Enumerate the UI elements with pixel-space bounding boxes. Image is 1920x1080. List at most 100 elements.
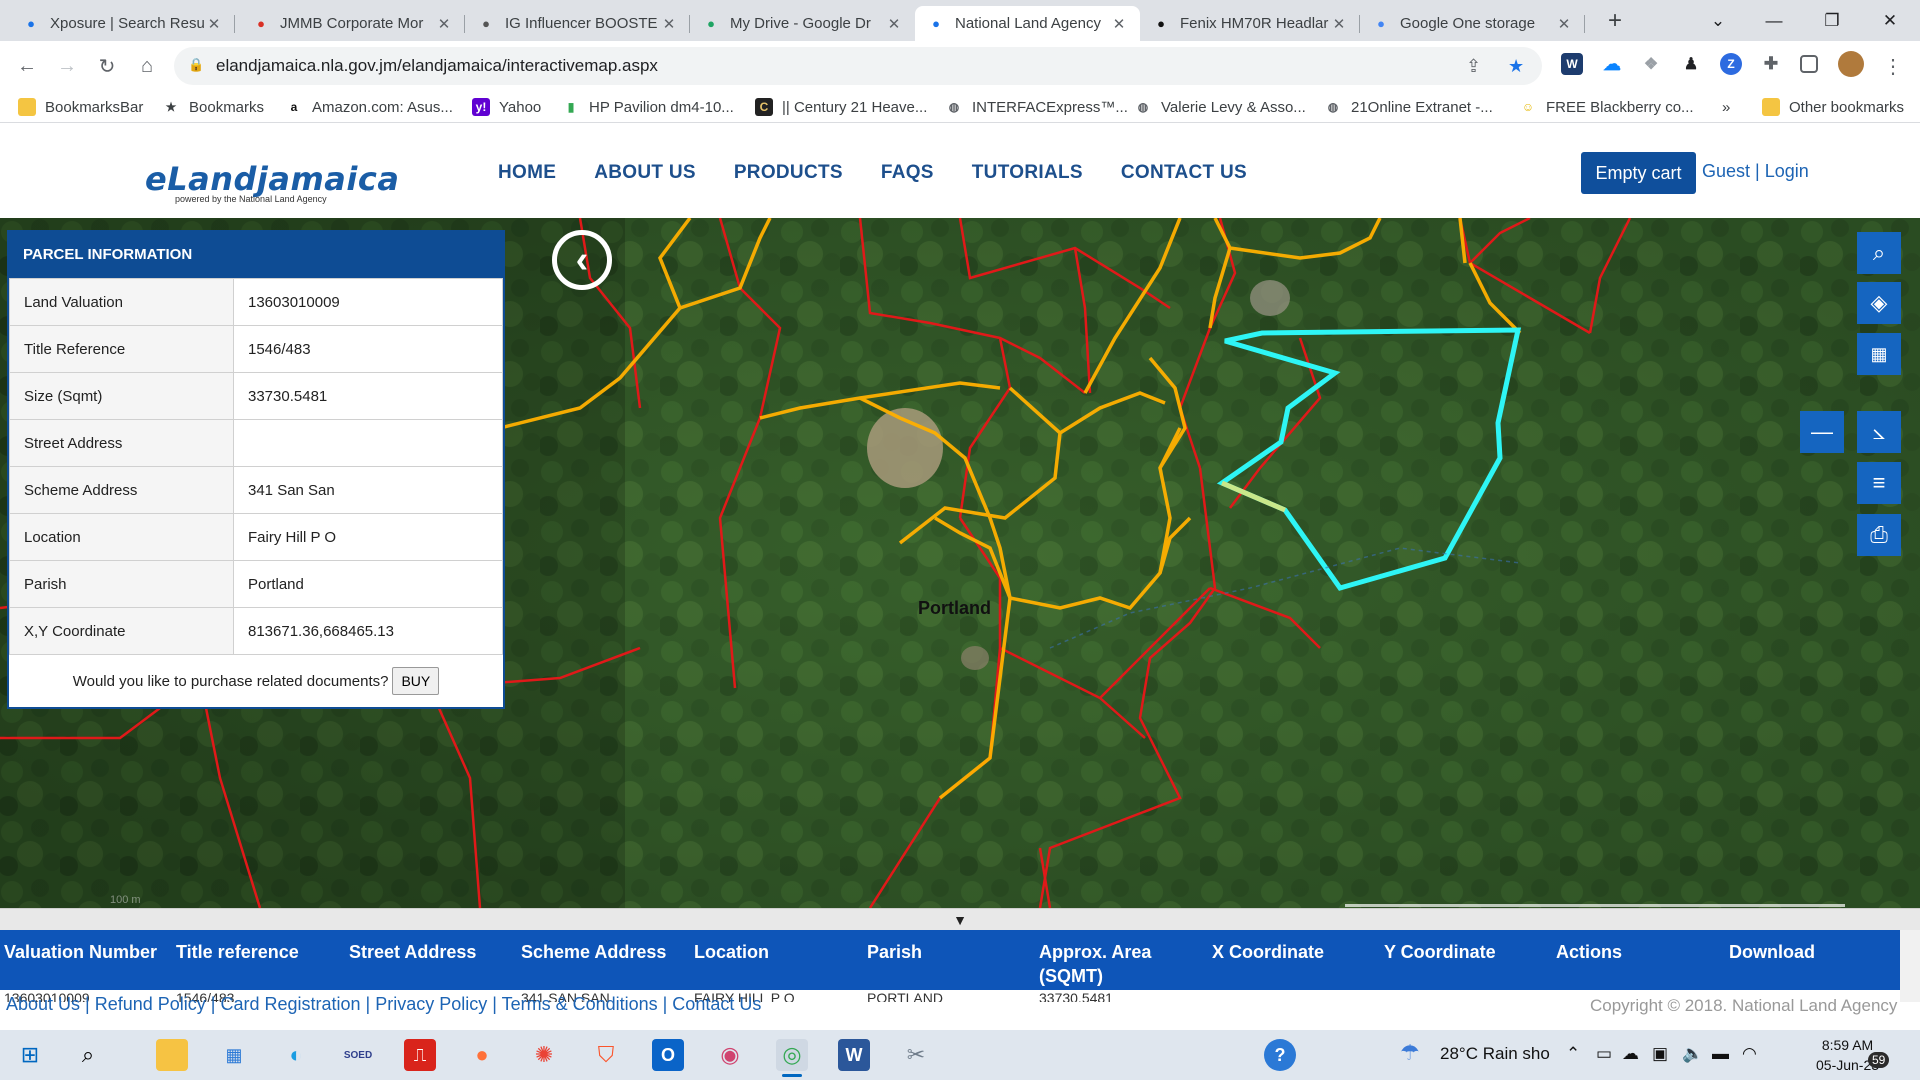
onedrive-tray-icon[interactable]: ☁ (1622, 1044, 1639, 1064)
list-icon[interactable]: ≡ (1857, 462, 1901, 504)
bookmark-item[interactable]: ◍ Valerie Levy & Asso... (1134, 96, 1306, 118)
file-explorer-icon[interactable] (156, 1039, 188, 1071)
other-bookmarks-folder[interactable]: Other bookmarks (1762, 96, 1904, 118)
buy-button[interactable]: BUY (392, 667, 440, 695)
bookmark-item[interactable]: y! Yahoo (472, 96, 541, 118)
bookmark-item[interactable]: ☺ FREE Blackberry co... (1519, 96, 1694, 118)
weather-text[interactable]: 28°C Rain sho (1440, 1044, 1550, 1064)
brave-icon[interactable]: ⛉ (590, 1039, 622, 1071)
column-header[interactable]: Scheme Address (521, 940, 686, 964)
column-header[interactable]: Parish (867, 940, 1032, 964)
nav-home[interactable]: HOME (498, 162, 556, 184)
reload-icon[interactable]: ↻ (92, 51, 122, 81)
lock-icon[interactable]: 🔒 (188, 57, 204, 73)
dropbox-extension-icon[interactable]: ❖ (1640, 53, 1662, 75)
nav-faqs[interactable]: FAQS (881, 162, 934, 184)
measure-icon[interactable]: ⦣ (1857, 411, 1901, 453)
help-icon[interactable]: ? (1264, 1039, 1296, 1071)
bookmark-item[interactable]: BookmarksBar (18, 96, 143, 118)
meet-now-icon[interactable]: ▭ (1596, 1044, 1612, 1064)
browser-tab[interactable]: ● Fenix HM70R Headlar ✕ (1140, 6, 1360, 41)
display-icon[interactable]: ▣ (1652, 1044, 1668, 1064)
menu-kebab-icon[interactable]: ⋮ (1878, 51, 1908, 81)
browser-tab[interactable]: ● Xposure | Search Resu ✕ (10, 6, 235, 41)
chrome-icon[interactable]: ◎ (776, 1039, 808, 1077)
column-header[interactable]: Valuation Number (4, 940, 169, 964)
nav-about-us[interactable]: ABOUT US (594, 162, 696, 184)
close-window-button[interactable]: ✕ (1862, 0, 1918, 41)
tab-close-icon[interactable]: ✕ (205, 15, 223, 33)
tab-close-icon[interactable]: ✕ (1555, 15, 1573, 33)
profile-avatar-icon[interactable] (1838, 51, 1864, 77)
wifi-icon[interactable]: ◠ (1742, 1044, 1757, 1064)
google-photos-icon[interactable]: ✺ (528, 1039, 560, 1071)
column-header[interactable]: Approx. Area (SQMT) (1039, 940, 1204, 988)
home-icon[interactable]: ⌂ (132, 51, 162, 81)
bookmark-item[interactable]: ◍ 21Online Extranet -... (1324, 96, 1493, 118)
bookmark-item[interactable]: ▮ HP Pavilion dm4-10... (562, 96, 734, 118)
column-header[interactable]: X Coordinate (1212, 940, 1377, 964)
column-header[interactable]: Download (1729, 940, 1894, 964)
edge-icon[interactable]: ◐ (280, 1039, 312, 1071)
minimize-button[interactable]: — (1746, 0, 1802, 41)
browser-tab[interactable]: ● IG Influencer BOOSTE ✕ (465, 6, 690, 41)
share-icon[interactable]: ⇪ (1466, 56, 1481, 77)
search-icon[interactable]: ⌕ (1857, 232, 1901, 274)
column-header[interactable]: Y Coordinate (1384, 940, 1549, 964)
bookmark-item[interactable]: C || Century 21 Heave... (755, 96, 927, 118)
bookmark-star-icon[interactable]: ★ (1508, 56, 1524, 77)
battery-icon[interactable]: ▬ (1712, 1044, 1729, 1064)
new-tab-button[interactable]: + (1600, 8, 1630, 38)
tab-close-icon[interactable]: ✕ (660, 15, 678, 33)
empty-cart-button[interactable]: Empty cart (1581, 152, 1696, 194)
maximize-button[interactable]: ❐ (1804, 0, 1860, 41)
tab-close-icon[interactable]: ✕ (435, 15, 453, 33)
tray-chevron-icon[interactable]: ⌃ (1566, 1044, 1580, 1064)
browser-tab[interactable]: ● My Drive - Google Dr ✕ (690, 6, 915, 41)
column-header[interactable]: Street Address (349, 940, 514, 964)
firefox-icon[interactable]: ● (466, 1039, 498, 1071)
tab-close-icon[interactable]: ✕ (1330, 15, 1348, 33)
bookmark-item[interactable]: ◍ INTERFACExpress™... (945, 96, 1128, 118)
volume-icon[interactable]: 🔈 (1682, 1044, 1703, 1064)
zoom-extension-icon[interactable]: Z (1720, 53, 1742, 75)
print-icon[interactable]: ⎙ (1857, 514, 1901, 556)
onedrive-extension-icon[interactable]: ☁ (1601, 53, 1623, 75)
elandjamaica-logo[interactable]: eLandjamaica powered by the National Lan… (145, 160, 399, 204)
nav-tutorials[interactable]: TUTORIALS (972, 162, 1083, 184)
family-extension-icon[interactable]: ♟ (1680, 53, 1702, 75)
column-header[interactable]: Title reference (176, 940, 341, 964)
weather-rain-icon[interactable]: ☂ (1400, 1040, 1420, 1066)
camera-app-icon[interactable]: ◉ (714, 1039, 746, 1071)
minus-icon[interactable]: — (1800, 411, 1844, 453)
windows-start-icon[interactable]: ⊞ (14, 1039, 46, 1071)
tab-search-icon[interactable]: ⌄ (1690, 0, 1746, 41)
column-header[interactable]: Location (694, 940, 859, 964)
chevron-left-icon[interactable]: ‹ (552, 230, 612, 290)
forward-icon[interactable]: → (52, 51, 82, 81)
column-header[interactable]: Actions (1556, 940, 1721, 964)
tab-close-icon[interactable]: ✕ (1110, 15, 1128, 33)
results-collapse-toggle[interactable]: ▼ (0, 908, 1920, 930)
address-bar[interactable]: 🔒 elandjamaica.nla.gov.jm/elandjamaica/i… (174, 47, 1542, 85)
outlook-icon[interactable]: O (652, 1039, 684, 1071)
acrobat-icon[interactable]: ⎍ (404, 1039, 436, 1071)
more-bookmarks-button[interactable]: » (1722, 96, 1730, 118)
results-scrollbar[interactable] (1900, 930, 1920, 1002)
notification-badge[interactable]: 59 (1868, 1052, 1890, 1068)
footer-links[interactable]: About Us | Refund Policy | Card Registra… (6, 994, 761, 1015)
extensions-puzzle-icon[interactable]: ✚ (1760, 53, 1782, 75)
layers-icon[interactable]: ◈ (1857, 282, 1901, 324)
browser-tab[interactable]: ● JMMB Corporate Mor ✕ (240, 6, 465, 41)
soed-icon[interactable]: SOED (342, 1039, 374, 1071)
wave-extension-icon[interactable]: W (1561, 53, 1583, 75)
bookmark-item[interactable]: a Amazon.com: Asus... (285, 96, 453, 118)
word-icon[interactable]: W (838, 1039, 870, 1071)
snipping-tool-icon[interactable]: ✂ (900, 1039, 932, 1071)
tab-close-icon[interactable]: ✕ (885, 15, 903, 33)
back-icon[interactable]: ← (12, 51, 42, 81)
nav-contact-us[interactable]: CONTACT US (1121, 162, 1247, 184)
browser-tab[interactable]: ● National Land Agency ✕ (915, 6, 1140, 41)
nav-products[interactable]: PRODUCTS (734, 162, 843, 184)
browser-tab[interactable]: ● Google One storage ✕ (1360, 6, 1585, 41)
